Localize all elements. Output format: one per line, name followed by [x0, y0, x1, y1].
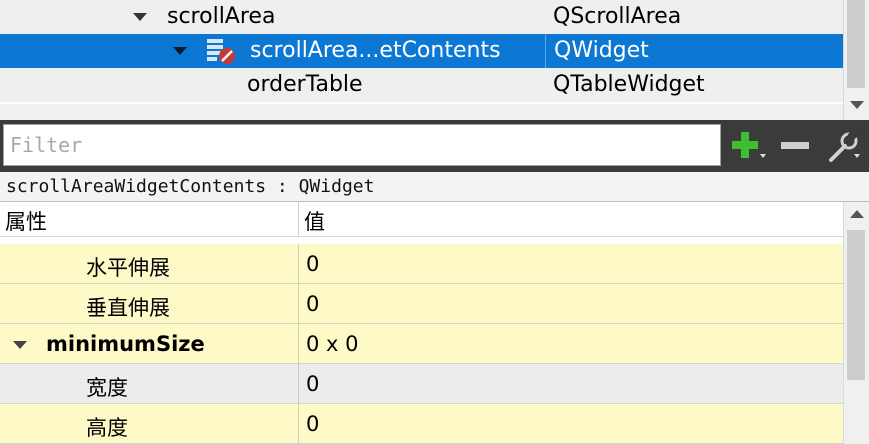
tree-row-class-name: QWidget — [545, 34, 649, 68]
property-value[interactable]: 0 — [306, 252, 319, 276]
expand-arrow-icon[interactable] — [173, 47, 187, 55]
tree-row-class-name: QTableWidget — [553, 72, 705, 97]
tree-row-ordertable[interactable]: orderTable QTableWidget — [0, 68, 843, 102]
tree-row-class-name: QScrollArea — [553, 4, 682, 29]
filter-input[interactable] — [3, 124, 721, 166]
property-name: 高度 — [86, 416, 128, 440]
minus-icon[interactable] — [777, 128, 817, 164]
property-editor-toolbar — [0, 120, 869, 172]
widget-layout-broken-icon — [207, 39, 235, 64]
tree-row-scrollarea-widget-contents[interactable]: scrollArea...etContents QWidget — [0, 34, 843, 68]
property-name: 垂直伸展 — [86, 296, 170, 320]
property-row-minimumsize[interactable]: minimumSize 0 x 0 — [0, 324, 843, 364]
plus-icon[interactable] — [729, 128, 769, 164]
column-divider — [298, 244, 299, 284]
property-name: 水平伸展 — [86, 256, 170, 280]
property-name: 宽度 — [86, 376, 128, 400]
column-divider — [298, 284, 299, 324]
column-divider — [298, 404, 299, 444]
tree-row-object-name: scrollArea — [167, 4, 276, 29]
expand-arrow-icon[interactable] — [133, 13, 147, 21]
scrollbar-thumb[interactable] — [847, 230, 865, 380]
tree-row-object-name: orderTable — [247, 72, 363, 97]
property-row[interactable]: 高度 0 — [0, 404, 843, 444]
scroll-up-arrow-icon[interactable] — [850, 210, 864, 218]
collapse-arrow-icon[interactable] — [13, 341, 27, 349]
scroll-down-arrow-icon[interactable] — [850, 101, 864, 109]
property-row[interactable]: 水平伸展 0 — [0, 244, 843, 284]
current-object-class-label: scrollAreaWidgetContents : QWidget — [0, 172, 869, 202]
header-property[interactable]: 属性 — [5, 206, 47, 236]
property-row[interactable]: 宽度 0 — [0, 364, 843, 404]
tree-row-scrollarea[interactable]: scrollArea QScrollArea — [0, 0, 843, 34]
property-value[interactable]: 0 — [306, 372, 319, 396]
property-row[interactable]: 垂直伸展 0 — [0, 284, 843, 324]
tree-row-object-name: scrollArea...etContents — [250, 38, 501, 63]
tree-scrollbar[interactable] — [843, 0, 869, 120]
column-divider — [298, 324, 299, 364]
property-value[interactable]: 0 — [306, 412, 319, 436]
object-inspector-tree: scrollArea QScrollArea scrollArea...etCo… — [0, 0, 843, 104]
property-table-header: 属性 值 — [0, 202, 843, 237]
property-value[interactable]: 0 — [306, 292, 319, 316]
property-table-scrollbar[interactable] — [843, 202, 869, 444]
header-divider[interactable] — [298, 202, 299, 236]
header-value[interactable]: 值 — [304, 206, 325, 236]
property-name: minimumSize — [46, 332, 205, 356]
column-divider — [298, 364, 299, 404]
property-table: 属性 值 水平伸展 0 垂直伸展 0 minimumSize 0 x 0 宽度 … — [0, 202, 843, 444]
wrench-icon[interactable] — [825, 128, 865, 164]
scrollbar-thumb[interactable] — [847, 0, 865, 88]
property-value[interactable]: 0 x 0 — [306, 332, 359, 356]
